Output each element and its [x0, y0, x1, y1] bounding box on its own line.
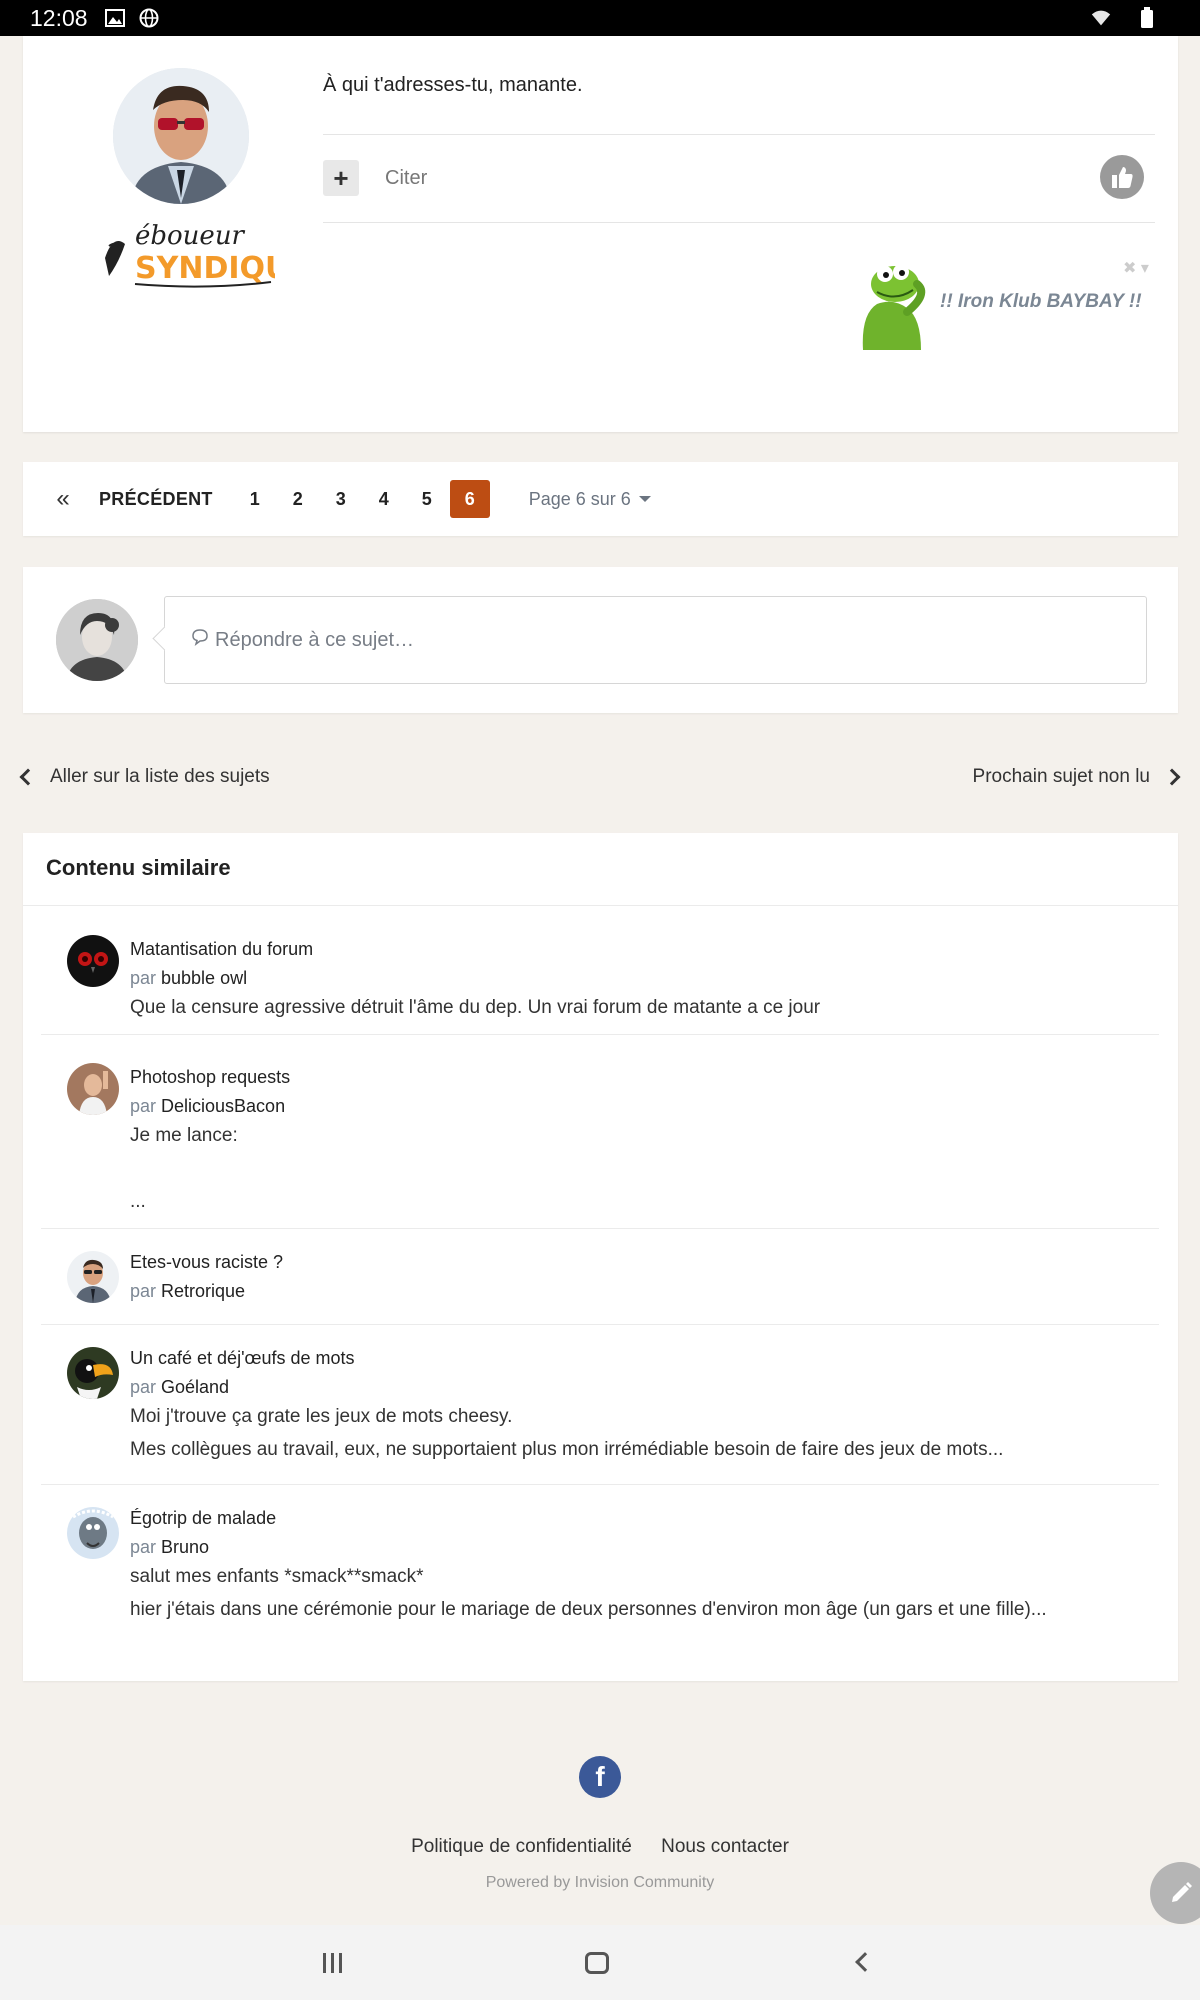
pencil-icon: [1172, 1882, 1192, 1902]
chevron-right-icon: [1163, 768, 1181, 786]
previous-page-button[interactable]: PRÉCÉDENT: [99, 489, 213, 510]
next-unread-topic-link[interactable]: Prochain sujet non lu: [972, 766, 1181, 788]
by-label: par: [130, 1281, 157, 1301]
battery-icon: [1136, 7, 1158, 29]
topic-snippet: salut mes enfants *smack**smack*: [130, 1566, 424, 1587]
chevron-left-icon: [19, 768, 37, 786]
current-user-avatar[interactable]: [56, 599, 138, 681]
topic-author-avatar[interactable]: [67, 935, 119, 987]
author-link[interactable]: DeliciousBacon: [161, 1096, 285, 1116]
reply-editor[interactable]: Répondre à ce sujet…: [164, 596, 1147, 684]
similar-topic-item[interactable]: Un café et déj'œufs de mots par Goéland M…: [41, 1325, 1159, 1485]
page-jump-label: Page 6 sur 6: [528, 488, 631, 509]
powered-by[interactable]: Powered by Invision Community: [0, 1874, 1200, 1892]
topic-title[interactable]: Un café et déj'œufs de mots: [130, 1348, 355, 1369]
home-icon[interactable]: [585, 1952, 609, 1974]
author-link[interactable]: Retrorique: [161, 1281, 245, 1301]
topic-snippet: ...: [130, 1191, 146, 1212]
author-avatar[interactable]: [113, 68, 249, 204]
reply-card: Répondre à ce sujet…: [23, 567, 1178, 713]
topic-author-avatar[interactable]: [67, 1347, 119, 1399]
signature-text: !! Iron Klub BAYBAY !!: [940, 291, 1142, 312]
quote-button[interactable]: Citer: [385, 167, 427, 190]
page-link[interactable]: 3: [321, 480, 361, 518]
author-link[interactable]: bubble owl: [161, 968, 247, 988]
topic-author: par bubble owl: [130, 968, 247, 989]
post-divider: [323, 222, 1155, 223]
back-icon[interactable]: [855, 1952, 875, 1972]
topic-snippet: Moi j'trouve ça grate les jeux de mots c…: [130, 1406, 513, 1427]
by-label: par: [130, 1377, 157, 1397]
pagination: « PRÉCÉDENT 1 2 3 4 5 6 Page 6 sur 6: [23, 462, 1178, 536]
topic-snippet: hier j'étais dans une cérémonie pour le …: [130, 1599, 1047, 1620]
by-label: par: [130, 1537, 157, 1557]
topic-author: par DeliciousBacon: [130, 1096, 285, 1117]
topic-snippet: Mes collègues au travail, eux, ne suppor…: [130, 1439, 1004, 1460]
status-time: 12:08: [30, 4, 88, 31]
page-link[interactable]: 4: [364, 480, 404, 518]
svg-text:éboueur: éboueur: [135, 221, 246, 251]
back-to-topic-list-link[interactable]: Aller sur la liste des sujets: [19, 766, 270, 788]
by-label: par: [130, 1096, 157, 1116]
topic-title[interactable]: Photoshop requests: [130, 1067, 290, 1088]
page-jump-dropdown[interactable]: Page 6 sur 6: [529, 489, 651, 510]
author-link[interactable]: Bruno: [161, 1537, 209, 1557]
similar-topic-item[interactable]: Photoshop requests par DeliciousBacon Je …: [41, 1035, 1159, 1229]
page-link[interactable]: 2: [278, 480, 318, 518]
topic-snippet: Que la censure agressive détruit l'âme d…: [130, 997, 821, 1018]
similar-content-title: Contenu similaire: [46, 855, 231, 880]
current-page[interactable]: 6: [449, 480, 490, 518]
footer-links: Politique de confidentialité Nous contac…: [0, 1836, 1200, 1858]
author-link[interactable]: Goéland: [161, 1377, 229, 1397]
caret-down-icon: [638, 496, 651, 502]
globe-icon: [138, 7, 160, 29]
by-label: par: [130, 968, 157, 988]
back-to-topic-list-label: Aller sur la liste des sujets: [50, 766, 270, 787]
similar-topic-item[interactable]: Etes-vous raciste ? par Retrorique: [41, 1229, 1159, 1325]
topic-author-avatar[interactable]: [67, 1251, 119, 1303]
gallery-icon: [104, 7, 126, 29]
topic-title[interactable]: Matantisation du forum: [130, 939, 313, 960]
page-link[interactable]: 5: [407, 480, 447, 518]
like-button[interactable]: [1100, 155, 1144, 199]
facebook-icon[interactable]: f: [579, 1756, 621, 1798]
svg-text:SYNDIQUÉ: SYNDIQUÉ: [135, 250, 275, 286]
similar-topic-item[interactable]: Matantisation du forum par bubble owl Que…: [41, 905, 1159, 1035]
multiquote-plus-button[interactable]: +: [323, 160, 359, 196]
topic-author: par Retrorique: [130, 1281, 245, 1302]
status-bar: 12:08: [0, 0, 1200, 36]
similar-topic-item[interactable]: Égotrip de malade par Bruno salut mes enf…: [41, 1485, 1159, 1645]
topic-title[interactable]: Etes-vous raciste ?: [130, 1252, 283, 1273]
post-body: À qui t'adresses-tu, manante.: [323, 74, 583, 96]
signature-close-icon[interactable]: ✖ ▾: [1123, 258, 1149, 278]
topic-author: par Bruno: [130, 1537, 209, 1558]
topic-navigation: Aller sur la liste des sujets Prochain s…: [0, 760, 1200, 800]
next-unread-topic-label: Prochain sujet non lu: [972, 766, 1150, 787]
topic-title[interactable]: Égotrip de malade: [130, 1508, 276, 1529]
privacy-policy-link[interactable]: Politique de confidentialité: [411, 1836, 632, 1857]
android-navigation-bar: [0, 1925, 1200, 2000]
speech-bubble-icon: [191, 628, 209, 652]
contact-us-link[interactable]: Nous contacter: [661, 1836, 789, 1857]
kermit-image: [855, 254, 935, 350]
wifi-icon: [1090, 7, 1112, 29]
reply-placeholder: Répondre à ce sujet…: [215, 628, 415, 651]
page-link[interactable]: 1: [235, 480, 275, 518]
topic-author-avatar[interactable]: [67, 1507, 119, 1559]
thumbs-up-icon: [1112, 167, 1133, 188]
post-divider: [323, 134, 1155, 135]
similar-content-card: Contenu similaire Matantisation du forum…: [23, 833, 1178, 1681]
topic-snippet: Je me lance:: [130, 1125, 238, 1146]
topic-author: par Goéland: [130, 1377, 229, 1398]
signature-logo: éboueur SYNDIQUÉ: [95, 214, 310, 294]
topic-author-avatar[interactable]: [67, 1063, 119, 1115]
first-page-icon[interactable]: «: [53, 485, 73, 513]
edit-fab-button[interactable]: [1150, 1862, 1200, 1924]
post-card: éboueur SYNDIQUÉ À qui t'adresses-tu, ma…: [23, 36, 1178, 432]
recent-apps-icon[interactable]: [323, 1953, 347, 1973]
